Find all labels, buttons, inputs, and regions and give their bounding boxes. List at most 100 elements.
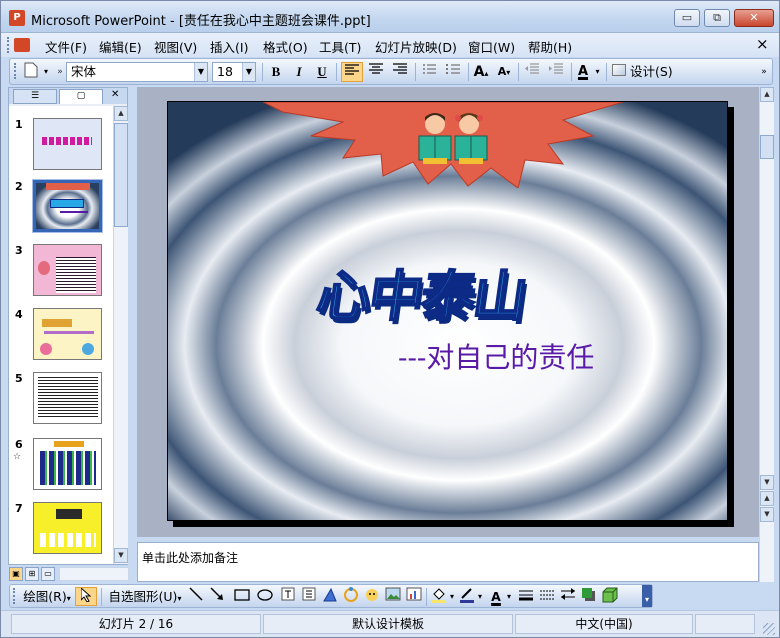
scroll-down-icon[interactable]: ▼ [760, 475, 774, 490]
restore-button[interactable]: ⧉ [704, 9, 730, 27]
thumbnails-scrollbar[interactable]: ▲ ▼ [113, 106, 128, 564]
toolbar-options-icon[interactable]: ▾ [642, 585, 652, 607]
oval-tool-icon[interactable] [255, 587, 275, 606]
reading-kids-clipart[interactable] [413, 110, 493, 166]
bullets-icon[interactable] [442, 62, 464, 82]
font-color-dropdown-icon[interactable]: ▾ [505, 587, 513, 606]
shadow-style-icon[interactable] [580, 587, 598, 606]
scroll-up-icon[interactable]: ▲ [114, 106, 128, 121]
autoshapes-menu-button[interactable]: 自选图形(U)▾ [106, 587, 184, 606]
fill-dropdown-icon[interactable]: ▾ [448, 587, 456, 606]
new-document-icon[interactable] [22, 62, 40, 82]
line-style-icon[interactable] [517, 587, 535, 606]
dash-style-icon[interactable] [538, 587, 556, 606]
arrow-tool-icon[interactable] [208, 587, 226, 606]
align-right-button[interactable] [389, 62, 411, 82]
vertical-textbox-icon[interactable] [300, 587, 318, 606]
font-size-combo[interactable]: 18 ▼ [212, 62, 256, 82]
doc-menu-icon[interactable] [14, 38, 30, 52]
slide-thumbnail[interactable] [33, 372, 102, 424]
notes-pane[interactable]: 单击此处添加备注 [137, 542, 759, 582]
insert-picture-icon[interactable] [384, 587, 402, 606]
design-button[interactable]: 设计(S) [612, 62, 676, 82]
draw-font-color-icon[interactable]: A [487, 587, 505, 606]
3d-style-icon[interactable] [601, 587, 619, 606]
resize-grip-icon[interactable] [763, 623, 775, 635]
slide-thumbnail[interactable] [32, 179, 103, 233]
align-center-button[interactable] [365, 62, 387, 82]
title-bar[interactable]: P Microsoft PowerPoint - [责任在我心中主题班会课件.p… [1, 1, 779, 33]
slideshow-view-icon[interactable]: ▭ [41, 567, 55, 581]
bold-button[interactable]: B [266, 62, 286, 82]
menu-insert[interactable]: 插入(I) [210, 37, 248, 56]
slide-thumbnail[interactable] [33, 438, 102, 490]
current-slide[interactable]: 心中泰山 ---对自己的责任 [167, 101, 728, 521]
slide-sorter-icon[interactable]: ⊞ [25, 567, 39, 581]
powerpoint-app-icon[interactable]: P [9, 10, 25, 26]
fill-color-icon[interactable] [430, 587, 448, 606]
panel-close-icon[interactable]: ✕ [111, 89, 119, 100]
slide-thumb-row[interactable]: 6 ☆ [9, 438, 113, 498]
scroll-down-icon[interactable]: ▼ [114, 548, 128, 563]
slide-thumb-row[interactable]: 3 [9, 244, 113, 304]
menu-grip[interactable] [7, 37, 10, 53]
font-name-combo[interactable]: 宋体 ▼ [66, 62, 208, 82]
decrease-font-button[interactable]: A▾ [494, 62, 514, 82]
numbering-icon[interactable] [418, 62, 440, 82]
line-tool-icon[interactable] [187, 587, 205, 606]
insert-chart-icon[interactable] [405, 587, 423, 606]
decrease-indent-icon[interactable] [521, 62, 543, 82]
slide-title[interactable]: 心中泰山 [312, 252, 531, 331]
menu-slideshow[interactable]: 幻灯片放映(D) [375, 37, 457, 56]
wordart-icon[interactable] [321, 587, 339, 606]
menu-edit[interactable]: 编辑(E) [99, 37, 142, 56]
prev-slide-icon[interactable]: ▲ [760, 491, 774, 506]
slide-scrollbar[interactable]: ▲ ▼ ▲ ▼ [759, 87, 774, 582]
clipart-icon[interactable] [363, 587, 381, 606]
doc-close-icon[interactable]: × [756, 35, 769, 53]
textbox-tool-icon[interactable] [279, 587, 297, 606]
scroll-up-icon[interactable]: ▲ [760, 87, 774, 102]
align-left-button[interactable] [341, 62, 363, 82]
select-objects-icon[interactable] [75, 586, 97, 606]
menu-tools[interactable]: 工具(T) [319, 37, 361, 56]
tab-outline[interactable]: ☰ [13, 89, 57, 104]
slide-thumb-row[interactable]: 4 [9, 308, 113, 368]
slide-thumb-row[interactable]: 1 [9, 118, 113, 178]
menu-file[interactable]: 文件(F) [45, 37, 87, 56]
next-slide-icon[interactable]: ▼ [760, 507, 774, 522]
chevron-down-icon[interactable]: ▼ [194, 63, 207, 81]
normal-view-icon[interactable]: ▣ [9, 567, 23, 581]
toolbar-options-icon[interactable]: » [758, 62, 770, 82]
scroll-thumb[interactable] [760, 135, 774, 159]
status-template[interactable]: 默认设计模板 [263, 614, 513, 634]
arrow-style-icon[interactable] [559, 587, 577, 606]
slide-thumb-row[interactable]: 7 [9, 502, 113, 562]
scroll-thumb[interactable] [114, 123, 128, 227]
menu-help[interactable]: 帮助(H) [528, 37, 572, 56]
menu-view[interactable]: 视图(V) [154, 37, 197, 56]
hscroll-track[interactable] [59, 567, 129, 581]
draw-menu-button[interactable]: 绘图(R)▾ [20, 587, 74, 606]
menu-format[interactable]: 格式(O) [263, 37, 308, 56]
chevron-down-icon[interactable]: ▼ [242, 63, 255, 81]
increase-indent-icon[interactable] [545, 62, 567, 82]
toolbar-options-icon[interactable]: » [53, 62, 67, 82]
tab-slides[interactable]: ▢ [59, 89, 103, 104]
close-window-button[interactable]: ✕ [734, 9, 774, 27]
font-color-button[interactable]: A [574, 62, 592, 82]
slide-thumbnail[interactable] [33, 308, 102, 360]
slide-thumbnail[interactable] [33, 502, 102, 554]
italic-button[interactable]: I [289, 62, 309, 82]
slide-subtitle[interactable]: ---对自己的责任 [398, 336, 594, 376]
increase-font-button[interactable]: A▴ [471, 62, 491, 82]
menu-window[interactable]: 窗口(W) [468, 37, 515, 56]
slide-thumbnail[interactable] [33, 244, 102, 296]
rectangle-tool-icon[interactable] [232, 587, 252, 606]
slide-thumb-row[interactable]: 2 [9, 179, 113, 240]
toolbar-grip[interactable] [13, 588, 16, 604]
slide-thumb-row[interactable]: 5 [9, 372, 113, 432]
underline-button[interactable]: U [312, 62, 332, 82]
line-dropdown-icon[interactable]: ▾ [476, 587, 484, 606]
toolbar-grip[interactable] [14, 63, 17, 79]
